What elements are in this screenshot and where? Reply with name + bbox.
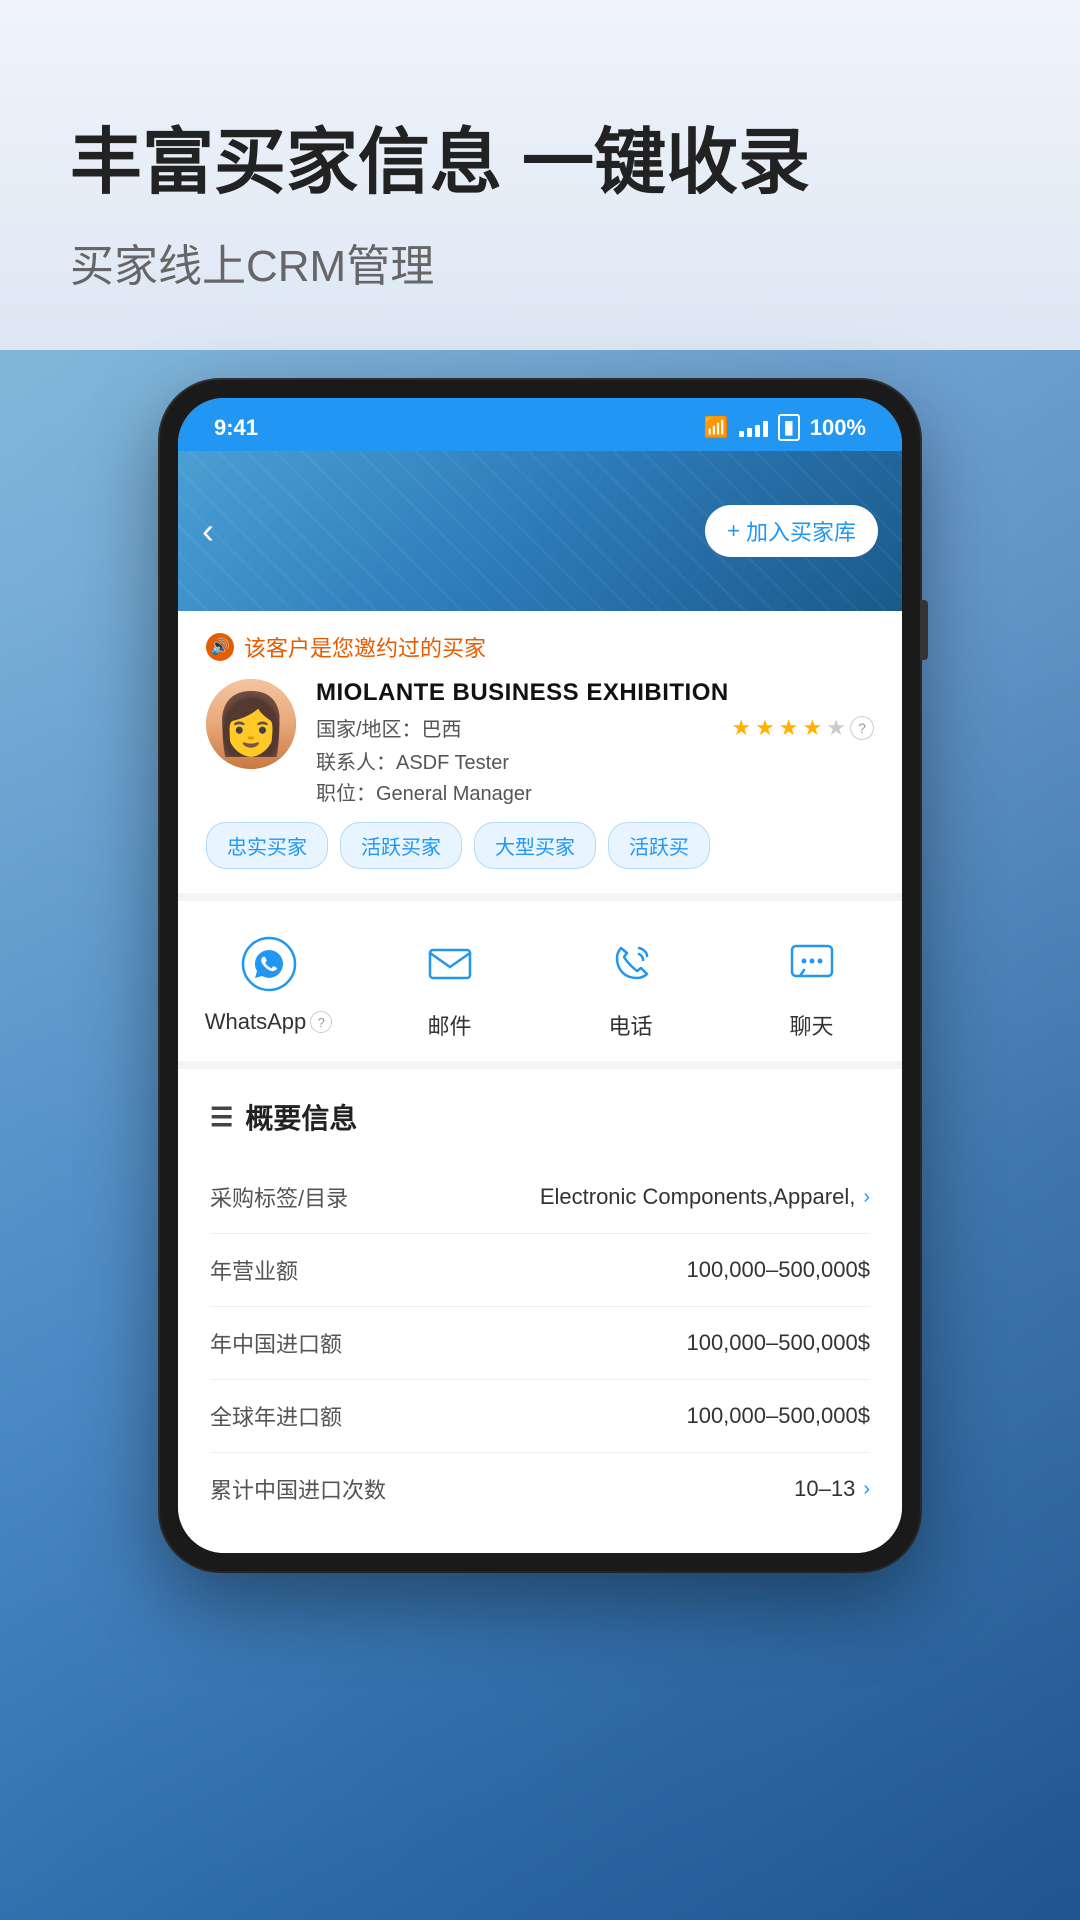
info-section: ☰ 概要信息 采购标签/目录 Electronic Components,App… — [178, 1069, 902, 1553]
position-label: 职位：General Manager — [316, 777, 874, 806]
hero-title: 丰富买家信息 一键收录 — [70, 120, 1010, 206]
action-phone[interactable]: 电话 — [540, 929, 721, 1041]
chat-icon-wrapper — [777, 929, 847, 999]
info-key-revenue: 年营业额 — [210, 1254, 298, 1286]
whatsapp-icon-wrapper — [234, 929, 304, 999]
whatsapp-icon — [241, 936, 297, 992]
info-row-china-import: 年中国进口额 100,000–500,000$ — [210, 1307, 870, 1380]
info-section-title-text: 概要信息 — [245, 1097, 357, 1137]
whatsapp-label: WhatsApp — [205, 1009, 307, 1035]
status-icons: 📶 ▮ 100% — [704, 414, 866, 441]
info-row-purchase: 采购标签/目录 Electronic Components,Apparel, › — [210, 1161, 870, 1234]
info-val-global-import: 100,000–500,000$ — [686, 1403, 870, 1429]
invited-notice: 🔊 该客户是您邀约过的买家 — [206, 631, 874, 663]
hero-subtitle: 买家线上CRM管理 — [70, 230, 1010, 294]
star-3: ★ — [779, 715, 799, 741]
action-whatsapp[interactable]: WhatsApp ? — [178, 929, 359, 1041]
info-section-icon: ☰ — [210, 1102, 233, 1133]
rating-help-icon[interactable]: ? — [850, 716, 874, 740]
add-to-buyer-button[interactable]: + 加入买家库 — [705, 505, 878, 557]
company-name: MIOLANTE BUSINESS EXHIBITION — [316, 679, 874, 707]
info-row-global-import: 全球年进口额 100,000–500,000$ — [210, 1380, 870, 1453]
phone-side-button — [920, 600, 928, 660]
avatar — [206, 679, 296, 769]
battery-percent: 100% — [810, 415, 866, 441]
tag-active2: 活跃买 — [608, 822, 710, 869]
phone-label: 电话 — [608, 1009, 652, 1041]
country-row: 国家/地区：巴西 ★ ★ ★ ★ ★ ? — [316, 713, 874, 742]
phone-icon-wrapper — [596, 929, 666, 999]
info-key-import-count: 累计中国进口次数 — [210, 1473, 386, 1505]
actions-section: WhatsApp ? 邮件 — [178, 901, 902, 1069]
mail-label-row: 邮件 — [427, 1009, 471, 1041]
tag-active: 活跃买家 — [340, 822, 462, 869]
tag-large: 大型买家 — [474, 822, 596, 869]
back-button[interactable]: ‹ — [202, 510, 214, 552]
tag-loyal: 忠实买家 — [206, 822, 328, 869]
chevron-right-icon-2[interactable]: › — [863, 1478, 870, 1501]
phone-label-row: 电话 — [608, 1009, 652, 1041]
speaker-icon: 🔊 — [206, 633, 234, 661]
phone-screen: 9:41 📶 ▮ 100% ‹ + — [178, 398, 902, 1553]
header-image: ‹ + 加入买家库 — [178, 451, 902, 611]
phone-mockup: 9:41 📶 ▮ 100% ‹ + — [160, 380, 920, 1571]
wifi-icon: 📶 — [704, 415, 729, 440]
chat-label-row: 聊天 — [789, 1009, 833, 1041]
info-key-global-import: 全球年进口额 — [210, 1400, 342, 1432]
contact-label: 联系人：ASDF Tester — [316, 746, 874, 775]
country-label: 国家/地区：巴西 — [316, 713, 462, 742]
signal-bars-icon — [739, 419, 768, 437]
tags-row: 忠实买家 活跃买家 大型买家 活跃买 — [206, 822, 874, 869]
info-row-revenue: 年营业额 100,000–500,000$ — [210, 1234, 870, 1307]
phone-icon — [603, 936, 659, 992]
info-section-title: ☰ 概要信息 — [210, 1097, 870, 1137]
hero-section: 丰富买家信息 一键收录 买家线上CRM管理 — [0, 0, 1080, 344]
avatar-face — [206, 679, 296, 769]
info-val-revenue: 100,000–500,000$ — [686, 1257, 870, 1283]
add-icon: + — [727, 518, 740, 544]
star-5: ★ — [826, 715, 846, 741]
action-chat[interactable]: 聊天 — [721, 929, 902, 1041]
chat-icon — [784, 936, 840, 992]
mail-icon-wrapper — [415, 929, 485, 999]
info-val-purchase: Electronic Components,Apparel, › — [540, 1184, 870, 1210]
star-4: ★ — [803, 715, 823, 741]
star-1: ★ — [731, 715, 751, 741]
star-2: ★ — [755, 715, 775, 741]
chevron-right-icon[interactable]: › — [863, 1186, 870, 1209]
info-key-purchase: 采购标签/目录 — [210, 1181, 348, 1213]
star-rating: ★ ★ ★ ★ ★ — [731, 715, 846, 741]
chat-label: 聊天 — [789, 1009, 833, 1041]
phone-frame: 9:41 📶 ▮ 100% ‹ + — [160, 380, 920, 1571]
info-row-import-count: 累计中国进口次数 10–13 › — [210, 1453, 870, 1525]
mail-icon — [422, 936, 478, 992]
info-val-import-count: 10–13 › — [794, 1476, 870, 1502]
whatsapp-label-row: WhatsApp ? — [205, 1009, 333, 1035]
info-val-china-import: 100,000–500,000$ — [686, 1330, 870, 1356]
status-bar: 9:41 📶 ▮ 100% — [178, 398, 902, 451]
mail-label: 邮件 — [427, 1009, 471, 1041]
invited-notice-text: 该客户是您邀约过的买家 — [244, 631, 486, 663]
customer-card: 🔊 该客户是您邀约过的买家 MIOLANTE BUSINESS EXHIBITI… — [178, 611, 902, 901]
add-label: 加入买家库 — [746, 515, 856, 547]
whatsapp-help-icon[interactable]: ? — [310, 1011, 332, 1033]
info-key-china-import: 年中国进口额 — [210, 1327, 342, 1359]
action-mail[interactable]: 邮件 — [359, 929, 540, 1041]
battery-icon: ▮ — [778, 414, 800, 441]
customer-info-row: MIOLANTE BUSINESS EXHIBITION 国家/地区：巴西 ★ … — [206, 679, 874, 806]
status-time: 9:41 — [214, 415, 258, 441]
customer-details: MIOLANTE BUSINESS EXHIBITION 国家/地区：巴西 ★ … — [316, 679, 874, 806]
